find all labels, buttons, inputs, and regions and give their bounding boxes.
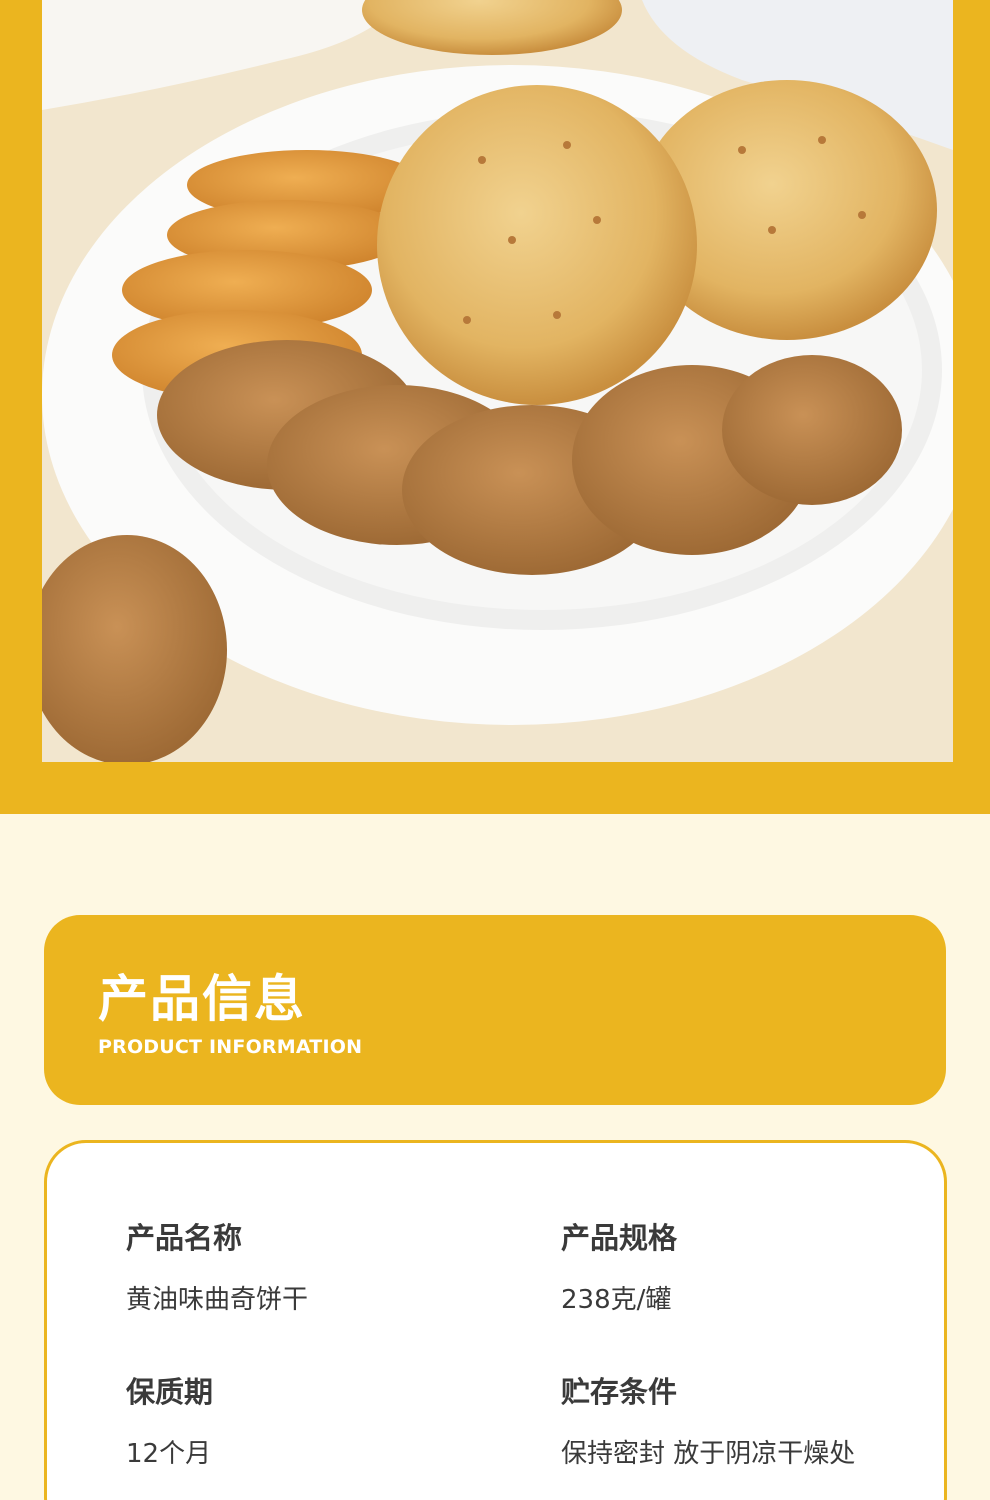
field-label: 贮存条件 <box>561 1375 678 1409</box>
field-product-spec: 产品规格 238克/罐 <box>561 1215 677 1316</box>
product-photo <box>42 0 953 762</box>
product-info-header: 产品信息 PRODUCT INFORMATION <box>44 915 946 1105</box>
top-yellow-band <box>0 0 990 814</box>
field-label: 保质期 <box>126 1375 214 1409</box>
field-value: 保持密封 放于阴凉干燥处 <box>561 1439 856 1469</box>
section-subtitle: PRODUCT INFORMATION <box>98 1036 363 1058</box>
section-title: 产品信息 <box>98 970 306 1028</box>
field-label: 产品规格 <box>561 1221 678 1255</box>
field-storage-conditions: 贮存条件 保持密封 放于阴凉干燥处 <box>561 1369 855 1470</box>
field-value: 黄油味曲奇饼干 <box>126 1285 309 1315</box>
field-shelf-life: 保质期 12个月 <box>126 1369 213 1470</box>
field-value: 12个月 <box>126 1439 212 1469</box>
field-product-name: 产品名称 黄油味曲奇饼干 <box>126 1215 308 1316</box>
product-info-card: 产品名称 黄油味曲奇饼干 产品规格 238克/罐 保质期 12个月 贮存条件 保… <box>44 1140 947 1500</box>
field-label: 产品名称 <box>126 1221 243 1255</box>
field-value: 238克/罐 <box>561 1285 672 1315</box>
